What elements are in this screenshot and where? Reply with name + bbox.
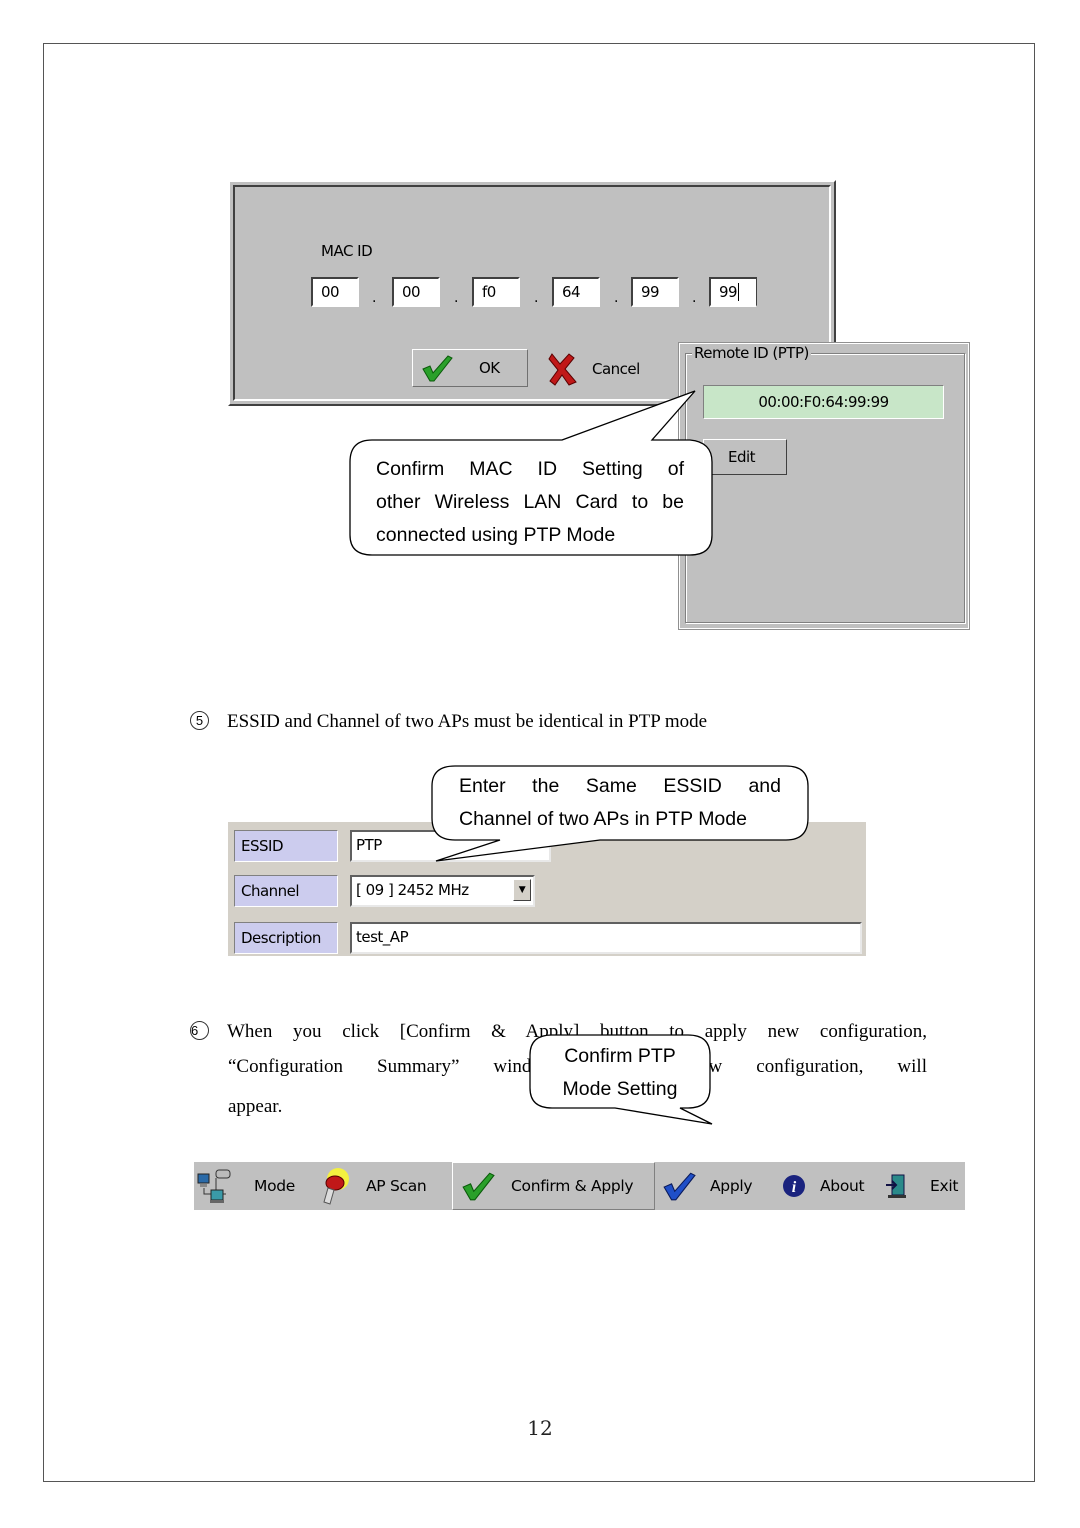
mac-separator: . [454, 290, 458, 306]
mac-separator: . [534, 290, 538, 306]
callout-confirm-ptp-text: Confirm PTP Mode Setting [562, 1045, 678, 1100]
step-6-line-3: appear. [228, 1096, 283, 1117]
toolbar-exit-button[interactable]: Exit [884, 1162, 958, 1210]
remote-id-value: 00:00:F0:64:99:99 [703, 385, 944, 419]
step-5-text: ESSID and Channel of two APs must be ide… [227, 711, 708, 732]
mac-octet-field-5[interactable]: 99 [631, 277, 679, 307]
cancel-button-label: Cancel [592, 360, 640, 378]
main-toolbar: Mode AP Scan Confirm & Apply Apply i Abo… [194, 1162, 965, 1210]
toolbar-confirm-apply-button[interactable]: Confirm & Apply [452, 1162, 655, 1210]
step-number: 6 [190, 1021, 209, 1040]
toolbar-ap-scan-button[interactable]: AP Scan [318, 1162, 427, 1210]
channel-selected-value: [ 09 ] 2452 MHz [356, 881, 469, 899]
step-number: 5 [190, 711, 209, 730]
red-x-icon [548, 353, 577, 386]
exit-door-icon [886, 1174, 906, 1198]
ok-button-label: OK [479, 359, 500, 377]
mac-octet-field-4[interactable]: 64 [552, 277, 600, 307]
mac-id-label: MAC ID [321, 242, 373, 260]
step-5: 5 ESSID and Channel of two APs must be id… [190, 711, 707, 733]
mac-separator: . [692, 290, 696, 306]
green-check-icon [462, 1172, 495, 1201]
scan-torch-icon [323, 1168, 349, 1205]
channel-select[interactable]: [ 09 ] 2452 MHz ▼ [350, 875, 535, 907]
mac-separator: . [614, 290, 618, 306]
network-icon [197, 1169, 231, 1203]
chevron-down-icon[interactable]: ▼ [513, 879, 531, 901]
toolbar-apply-button[interactable]: Apply [662, 1162, 753, 1210]
callout-essid-text: Enter the Same ESSID and Channel of two … [459, 775, 781, 830]
mac-octet-6-value: 99 [719, 283, 738, 301]
description-label: Description [234, 922, 338, 954]
remote-id-title: Remote ID (PTP) [692, 344, 811, 362]
essid-label: ESSID [234, 830, 338, 862]
page-number: 12 [527, 1416, 553, 1440]
description-input[interactable]: test_AP [350, 922, 862, 954]
mac-octet-field-3[interactable]: f0 [472, 277, 520, 307]
ok-button[interactable]: OK [412, 349, 528, 387]
channel-label: Channel [234, 875, 338, 907]
mac-octet-field-2[interactable]: 00 [392, 277, 440, 307]
mac-octet-field-6[interactable]: 99 [709, 277, 757, 307]
blue-check-icon [663, 1172, 696, 1201]
mac-separator: . [372, 290, 376, 306]
toolbar-mode-button[interactable]: Mode [196, 1162, 295, 1210]
toolbar-about-button[interactable]: i About [782, 1162, 865, 1210]
callout-mac-confirm-text: Confirm MAC ID Setting of other Wireless… [376, 458, 684, 546]
edit-button[interactable]: Edit [703, 439, 787, 475]
green-check-icon [422, 355, 453, 382]
mac-octet-field-1[interactable]: 00 [311, 277, 359, 307]
info-icon: i [783, 1175, 805, 1197]
cancel-button[interactable]: Cancel [548, 352, 640, 386]
svg-text:i: i [792, 1179, 797, 1196]
